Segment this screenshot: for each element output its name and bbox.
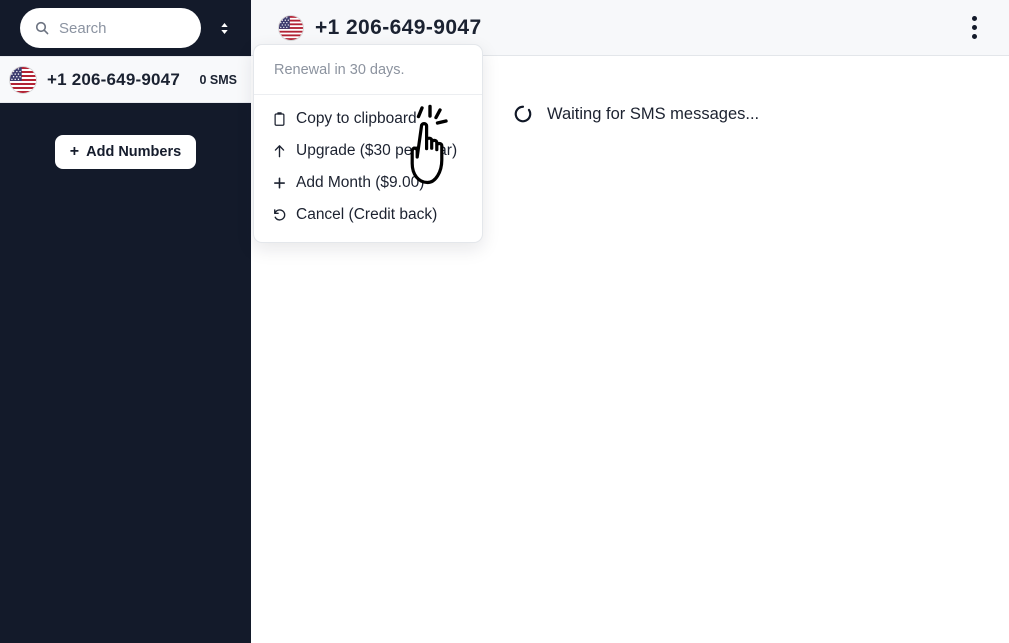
context-menu-list: Copy to clipboard Upgrade ($30 per year) xyxy=(254,95,482,242)
app-root: +1 206-649-9047 0 SMS + Add Numbers xyxy=(0,0,1009,643)
sidebar-toolbar xyxy=(0,0,251,56)
clipboard-icon xyxy=(272,111,287,127)
kebab-vertical-icon[interactable] xyxy=(959,11,989,45)
context-menu: Renewal in 30 days. Copy to clipboard Up… xyxy=(253,44,483,243)
kebab-dot-2 xyxy=(971,25,977,30)
undo-arrow-icon xyxy=(272,207,287,223)
us-flag-icon xyxy=(10,66,36,93)
menu-item-label: Copy to clipboard xyxy=(296,110,417,127)
search-input[interactable] xyxy=(59,19,187,37)
add-numbers-button[interactable]: + Add Numbers xyxy=(54,135,197,169)
sort-chevron-updown-icon[interactable] xyxy=(211,13,237,43)
menu-item-copy-to-clipboard[interactable]: Copy to clipboard xyxy=(254,103,482,135)
number-list: +1 206-649-9047 0 SMS xyxy=(0,56,251,103)
menu-item-label: Cancel (Credit back) xyxy=(296,206,438,223)
status-text: Waiting for SMS messages... xyxy=(547,104,760,123)
list-item-number: +1 206-649-9047 xyxy=(47,69,180,89)
us-flag-icon xyxy=(279,15,303,40)
menu-item-cancel[interactable]: Cancel (Credit back) xyxy=(254,199,482,231)
add-numbers-label: Add Numbers xyxy=(86,144,182,160)
arrow-up-icon xyxy=(272,143,287,159)
menu-item-label: Upgrade ($30 per year) xyxy=(296,142,458,159)
search-icon xyxy=(34,20,50,36)
search-box[interactable] xyxy=(20,8,201,48)
page-title: +1 206-649-9047 xyxy=(315,15,482,39)
sidebar: +1 206-649-9047 0 SMS + Add Numbers xyxy=(0,0,251,643)
list-item[interactable]: +1 206-649-9047 0 SMS xyxy=(0,56,251,103)
plus-icon: + xyxy=(69,143,80,160)
renewal-note: Renewal in 30 days. xyxy=(254,45,482,95)
menu-item-label: Add Month ($9.00) xyxy=(296,174,425,191)
kebab-dot-3 xyxy=(971,34,977,39)
menu-item-upgrade[interactable]: Upgrade ($30 per year) xyxy=(254,135,482,167)
plus-icon xyxy=(272,175,287,191)
kebab-dot-1 xyxy=(971,16,977,21)
spinner-icon xyxy=(513,104,533,124)
add-numbers-container: + Add Numbers xyxy=(0,103,251,169)
sms-count-badge: 0 SMS xyxy=(199,72,237,87)
menu-item-add-month[interactable]: Add Month ($9.00) xyxy=(254,167,482,199)
